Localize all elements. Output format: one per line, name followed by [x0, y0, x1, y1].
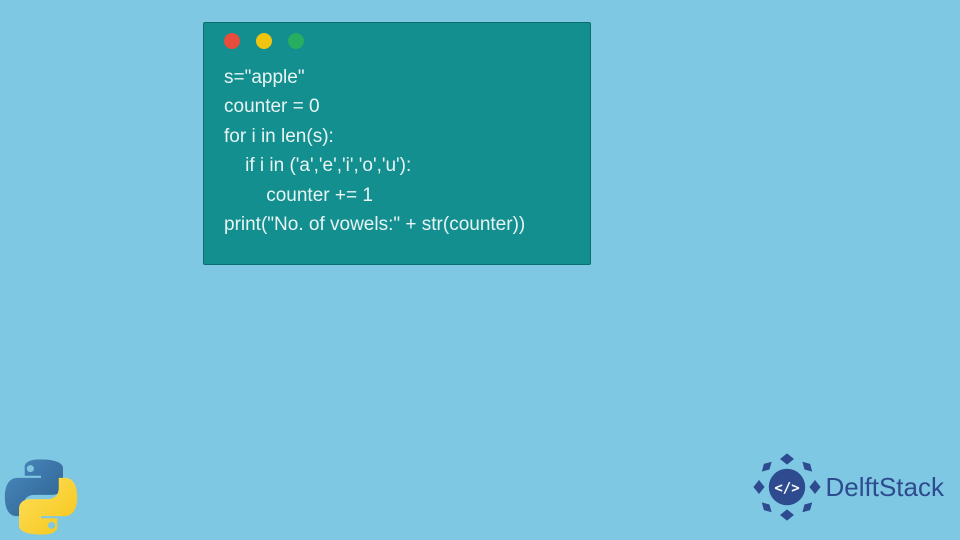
window-titlebar	[204, 23, 590, 59]
code-line: counter += 1	[224, 185, 373, 206]
code-line: counter = 0	[224, 96, 320, 117]
code-line: print("No. of vowels:" + str(counter))	[224, 214, 525, 235]
minimize-icon	[256, 33, 272, 49]
python-logo-icon	[2, 458, 80, 536]
code-window: s="apple" counter = 0 for i in len(s): i…	[203, 22, 591, 265]
brand-logo: </> DelftStack	[752, 452, 945, 522]
code-line: s="apple"	[224, 67, 305, 88]
close-icon	[224, 33, 240, 49]
code-line: for i in len(s):	[224, 126, 334, 147]
svg-text:</>: </>	[774, 481, 799, 497]
brand-badge-icon: </>	[752, 452, 822, 522]
code-line: if i in ('a','e','i','o','u'):	[224, 155, 411, 176]
code-block: s="apple" counter = 0 for i in len(s): i…	[204, 59, 590, 264]
maximize-icon	[288, 33, 304, 49]
brand-name: DelftStack	[826, 472, 945, 503]
